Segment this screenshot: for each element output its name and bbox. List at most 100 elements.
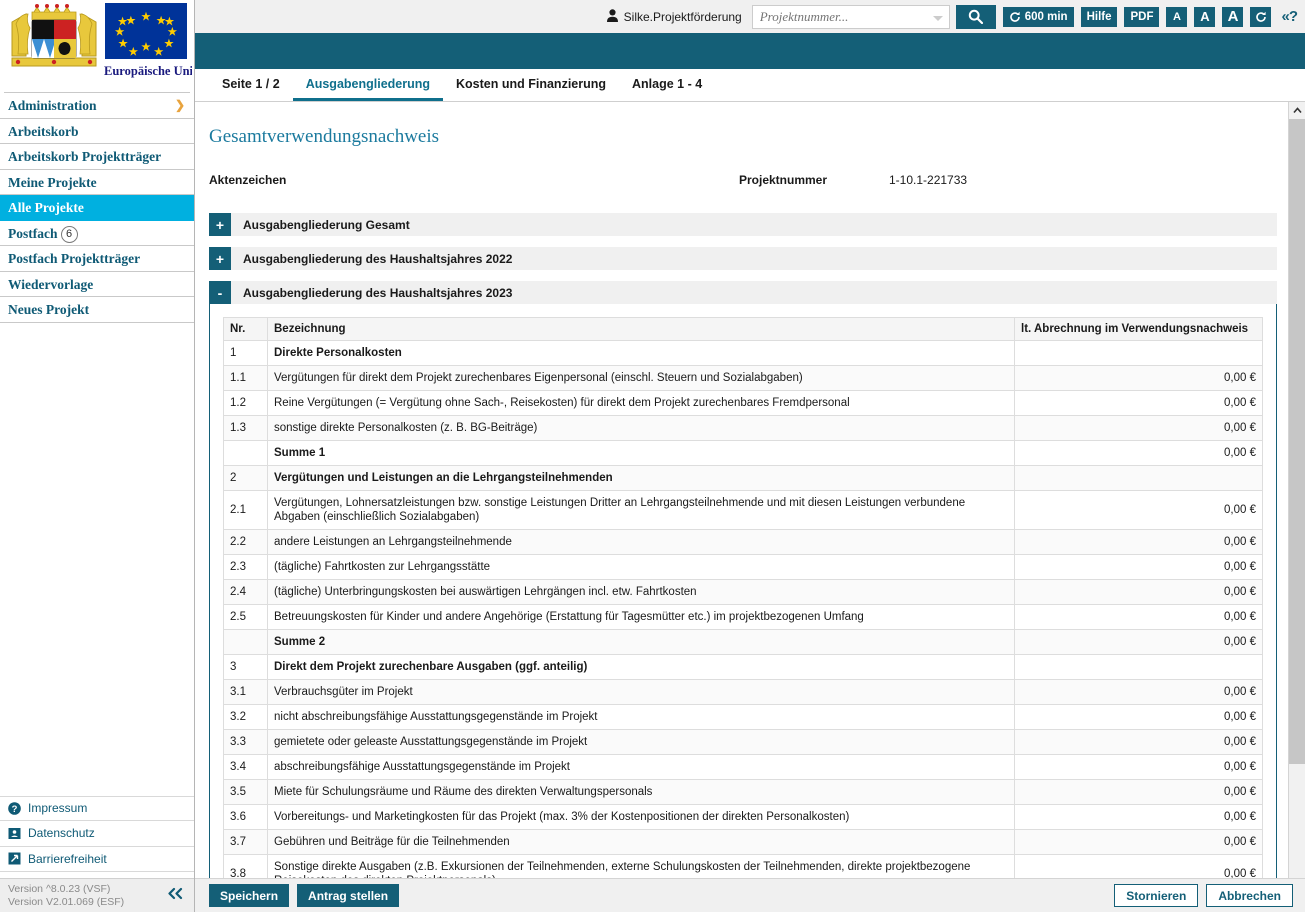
version-line-vsf: Version ^8.0.23 (VSF) [8,882,111,895]
table-row: 2.2 andere Leistungen an Lehrgangsteilneh… [223,529,1263,555]
cell-amount [1014,465,1263,491]
tab-seite-1-2[interactable]: Seite 1 / 2 [209,69,293,101]
cell-nr: 3.1 [223,679,268,705]
cell-amount: 0,00 € [1014,829,1263,855]
cell-nr: 2.1 [223,490,268,530]
search-input[interactable] [752,8,949,25]
sidebar-item-alle-projekte[interactable]: Alle Projekte [0,195,194,221]
cell-nr: 3.6 [223,804,268,830]
cell-bezeichnung: Direkte Personalkosten [267,340,1015,366]
table-row: 3.3 gemietete oder geleaste Ausstattungsg… [223,729,1263,755]
page-title: Gesamtverwendungsnachweis [209,126,440,147]
sidebar-item-arbeitskorb-projekttr-ger[interactable]: Arbeitskorb Projektträger [0,144,194,170]
project-search[interactable] [751,4,950,29]
top-toolbar: Silke.Projektförderung 600 min [195,0,1305,33]
cell-nr: 3.8 [223,854,268,878]
sidebar-item-wiedervorlage[interactable]: Wiedervorlage [0,272,194,297]
vertical-scrollbar[interactable] [1288,102,1305,878]
footer-link-datenschutz[interactable]: Datenschutz [0,821,194,847]
reload-button[interactable] [1250,6,1272,27]
accordion-toggle-icon[interactable]: - [209,281,231,304]
user-info: Silke.Projektförderung [606,8,742,25]
table-row: Summe 2 0,00 € [223,629,1263,655]
content-scroll-area: Gesamtverwendungsnachweis Aktenzeichen P… [195,102,1305,878]
accordion-header-2023[interactable]: - Ausgabengliederung des Haushaltsjahres… [209,281,1277,304]
footer-link-label: Impressum [28,801,88,816]
abort-button[interactable]: Abbrechen [1206,884,1293,907]
pdf-button[interactable]: PDF [1124,6,1160,27]
version-bar: Version ^8.0.23 (VSF) Version V2.01.069 … [0,878,194,912]
footer-link-barrierefreiheit[interactable]: Barrierefreiheit [0,847,194,872]
table-row: 2 Vergütungen und Leistungen an die Lehrg… [223,465,1263,491]
cell-bezeichnung: Betreuungskosten für Kinder und andere A… [267,604,1015,630]
cell-nr: 1.2 [223,390,268,416]
font-size-medium-button[interactable]: A [1194,6,1216,27]
cell-nr: 2.3 [223,554,268,580]
cell-nr [223,629,268,655]
tab-kosten-und-finanzierung[interactable]: Kosten und Finanzierung [443,69,619,101]
font-size-small-button[interactable]: A [1166,6,1188,27]
sidebar-item-arbeitskorb[interactable]: Arbeitskorb [0,119,194,144]
accordion-group: + Ausgabengliederung Gesamt + Ausgabengl… [209,213,1277,878]
table-row: 2.4 (tägliche) Unterbringungskosten bei a… [223,579,1263,605]
sidebar-item-label: Wiedervorlage [8,276,94,292]
sidebar-item-administration[interactable]: Administration ❯ [0,93,194,119]
cell-amount: 0,00 € [1014,415,1263,441]
cell-bezeichnung: abschreibungsfähige Ausstattungsgegenstä… [267,754,1015,780]
cell-amount: 0,00 € [1014,779,1263,805]
accordion-header-2022[interactable]: + Ausgabengliederung des Haushaltsjahres… [209,247,1277,270]
tab-ausgabengliederung[interactable]: Ausgabengliederung [292,69,444,101]
cell-amount [1014,654,1263,680]
cell-nr: 3.2 [223,704,268,730]
cell-bezeichnung: nicht abschreibungsfähige Ausstattungsge… [267,704,1015,730]
table-body: 1 Direkte Personalkosten 1.1 Vergütungen fü… [223,340,1263,878]
project-meta: Aktenzeichen Projektnummer 1-10.1-221733 [209,173,1277,187]
cell-nr: 1.1 [223,365,268,391]
sidebar-item-postfach[interactable]: Postfach 6 [0,221,194,246]
cell-nr: 3.4 [223,754,268,780]
sidebar-item-meine-projekte[interactable]: Meine Projekte [0,170,194,195]
cell-bezeichnung: Sonstige direkte Ausgaben (z.B. Exkursio… [267,854,1015,878]
search-icon [969,9,984,24]
accordion-toggle-icon[interactable]: + [209,247,231,270]
footer-link-impressum[interactable]: ? Impressum [0,795,194,821]
cell-amount: 0,00 € [1014,604,1263,630]
search-button[interactable] [955,4,996,29]
accessibility-icon [8,852,21,865]
table-row: 3.1 Verbrauchsgüter im Projekt 0,00 € [223,679,1263,705]
cancel-order-button[interactable]: Stornieren [1114,884,1199,907]
session-timer-button[interactable]: 600 min [1002,6,1074,27]
submit-application-button[interactable]: Antrag stellen [297,884,400,907]
column-header-abrechnung: lt. Abrechnung im Verwendungsnachweis [1014,317,1263,341]
double-chevron-left-icon [168,887,183,900]
sidebar-footer-links: ? Impressum Datenschutz Barrierefreiheit [0,795,194,879]
question-circle-icon: ? [8,801,21,815]
sidebar-item-label: Arbeitskorb [8,123,79,139]
column-header-bezeichnung: Bezeichnung [267,317,1015,341]
column-header-nr: Nr. [223,317,268,341]
scrollbar-thumb[interactable] [1289,119,1305,764]
sidebar-item-neues-projekt[interactable]: Neues Projekt [0,297,194,323]
cell-nr: 3 [223,654,268,680]
cell-nr: 2.5 [223,604,268,630]
help-button-label: Hilfe [1086,10,1112,23]
expenditure-table: Nr. Bezeichnung lt. Abrechnung im Verwen… [223,317,1263,878]
sidebar-item-postfach-projekttr-ger[interactable]: Postfach Projektträger [0,246,194,272]
collapse-sidebar-button[interactable] [166,887,184,904]
sidebar-item-label: Postfach [8,225,58,241]
save-button[interactable]: Speichern [209,884,290,907]
accordion-toggle-icon[interactable]: + [209,213,231,236]
sidebar-nav: Administration ❯ Arbeitskorb Arbeitskorb Pr… [0,93,194,323]
sidebar-item-label: Neues Projekt [8,302,90,317]
scroll-up-button[interactable] [1289,102,1305,119]
help-button[interactable]: Hilfe [1080,6,1118,27]
pdf-button-label: PDF [1130,10,1154,23]
chevron-down-icon[interactable] [932,15,943,21]
context-help-toggle[interactable]: «? [1281,8,1297,25]
tab-anlage-1-4[interactable]: Anlage 1 - 4 [619,69,715,101]
accordion-header-gesamt[interactable]: + Ausgabengliederung Gesamt [209,213,1277,236]
font-size-large-button[interactable]: A [1222,6,1244,27]
cell-amount: 0,00 € [1014,579,1263,605]
cell-nr: 2.4 [223,579,268,605]
table-row: 1.3 sonstige direkte Personalkosten (z. B… [223,415,1263,441]
